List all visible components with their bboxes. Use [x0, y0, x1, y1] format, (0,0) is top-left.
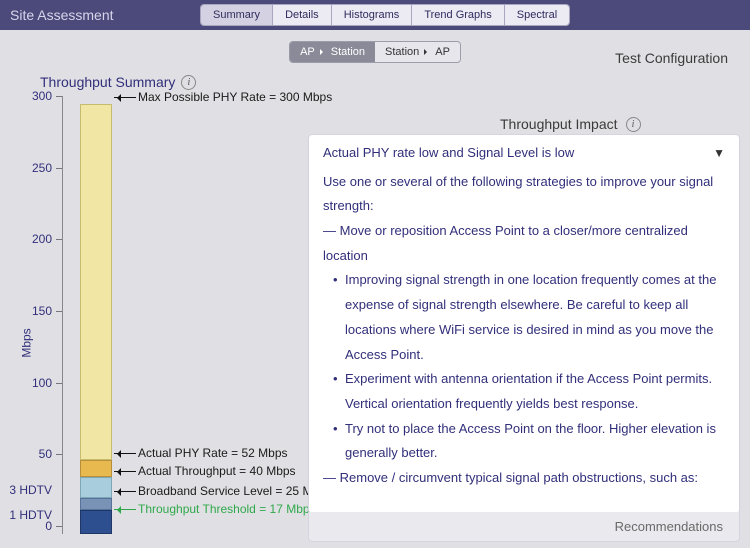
- recommendations-tab[interactable]: Recommendations: [308, 512, 740, 542]
- seg-broadband: [80, 498, 112, 510]
- hdtv-mark-3: 3 HDTV: [9, 483, 62, 497]
- dir-ap-label-2: AP: [435, 42, 450, 62]
- annot-max-phy: Max Possible PHY Rate = 300 Mbps: [114, 90, 332, 104]
- tab-trend-graphs[interactable]: Trend Graphs: [412, 5, 504, 25]
- throughput-impact-label: Throughput Impact: [500, 116, 618, 132]
- tick-label: 50: [39, 447, 62, 461]
- direction-station-to-ap[interactable]: Station AP: [375, 42, 460, 62]
- y-axis: [62, 96, 63, 534]
- panel-intro: Use one or several of the following stra…: [323, 170, 725, 219]
- arrow-left-icon: [114, 491, 136, 492]
- annot-max-phy-text: Max Possible PHY Rate = 300 Mbps: [138, 90, 332, 104]
- impact-panel: Actual PHY rate low and Signal Level is …: [308, 134, 740, 514]
- notch-icon: [677, 505, 691, 519]
- arrow-left-icon: [114, 453, 136, 454]
- annot-threshold: Throughput Threshold = 17 Mbps: [114, 502, 316, 516]
- test-configuration-link[interactable]: Test Configuration: [615, 50, 728, 66]
- throughput-chart: Mbps 300 250 200 150 100 50 0 3 HDTV 1 H…: [62, 96, 312, 542]
- list-item: Move or reposition Access Point to a clo…: [323, 219, 725, 268]
- panel-header[interactable]: Actual PHY rate low and Signal Level is …: [323, 141, 725, 166]
- app-header: Site Assessment Summary Details Histogra…: [0, 0, 750, 30]
- annot-actual-tp: Actual Throughput = 40 Mbps: [114, 464, 296, 478]
- tick-label: 250: [32, 161, 62, 175]
- direction-toggle: AP Station Station AP: [289, 41, 461, 63]
- app-title: Site Assessment: [10, 7, 200, 23]
- annot-actual-phy: Actual PHY Rate = 52 Mbps: [114, 446, 288, 460]
- arrow-right-icon: [424, 49, 430, 55]
- dir-station-label-2: Station: [385, 42, 419, 62]
- dir-ap-label: AP: [300, 42, 315, 62]
- annot-broadband-text: Broadband Service Level = 25 Mbps: [138, 484, 332, 498]
- hdtv-mark-1: 1 HDTV: [9, 508, 62, 522]
- content-area: Throughput Summary i Mbps 300 250 200 15…: [0, 74, 750, 548]
- tab-details[interactable]: Details: [273, 5, 332, 25]
- direction-ap-to-station[interactable]: AP Station: [290, 42, 375, 62]
- seg-actual-phy: [80, 460, 112, 477]
- list-item: Experiment with antenna orientation if t…: [323, 367, 725, 416]
- list-item: Remove / circumvent typical signal path …: [323, 466, 725, 491]
- tick-label: 200: [32, 232, 62, 246]
- seg-actual-tp: [80, 477, 112, 498]
- y-axis-label: Mbps: [20, 328, 34, 357]
- arrow-left-icon: [114, 97, 136, 98]
- seg-max-phy: [80, 104, 112, 460]
- annot-threshold-text: Throughput Threshold = 17 Mbps: [138, 502, 316, 516]
- info-icon[interactable]: i: [626, 117, 641, 132]
- arrow-left-icon: [114, 471, 136, 472]
- annot-broadband: Broadband Service Level = 25 Mbps: [114, 484, 332, 498]
- annot-actual-phy-text: Actual PHY Rate = 52 Mbps: [138, 446, 288, 460]
- subheader: AP Station Station AP Test Configuration: [0, 30, 750, 74]
- panel-list: Move or reposition Access Point to a clo…: [323, 219, 725, 491]
- bar-stack: [80, 104, 112, 534]
- throughput-summary-label: Throughput Summary: [40, 74, 175, 90]
- arrow-left-icon: [114, 509, 136, 510]
- info-icon[interactable]: i: [181, 75, 196, 90]
- tick-label: 100: [32, 376, 62, 390]
- tab-histograms[interactable]: Histograms: [332, 5, 413, 25]
- annot-actual-tp-text: Actual Throughput = 40 Mbps: [138, 464, 296, 478]
- dir-station-label: Station: [331, 42, 365, 62]
- panel-heading-text: Actual PHY rate low and Signal Level is …: [323, 141, 574, 166]
- tab-spectral[interactable]: Spectral: [505, 5, 569, 25]
- list-item: Improving signal strength in one locatio…: [323, 268, 725, 367]
- tick-label: 300: [32, 89, 62, 103]
- chevron-down-icon: ▼: [713, 142, 725, 165]
- list-item: Try not to place the Access Point on the…: [323, 417, 725, 466]
- arrow-right-icon: [320, 49, 326, 55]
- tick-label: 150: [32, 304, 62, 318]
- throughput-summary-title: Throughput Summary i: [40, 74, 196, 90]
- throughput-impact-title: Throughput Impact i: [500, 116, 641, 132]
- tab-summary[interactable]: Summary: [201, 5, 273, 25]
- main-tabbar: Summary Details Histograms Trend Graphs …: [200, 4, 570, 26]
- seg-threshold: [80, 510, 112, 534]
- recommendations-label: Recommendations: [615, 519, 723, 534]
